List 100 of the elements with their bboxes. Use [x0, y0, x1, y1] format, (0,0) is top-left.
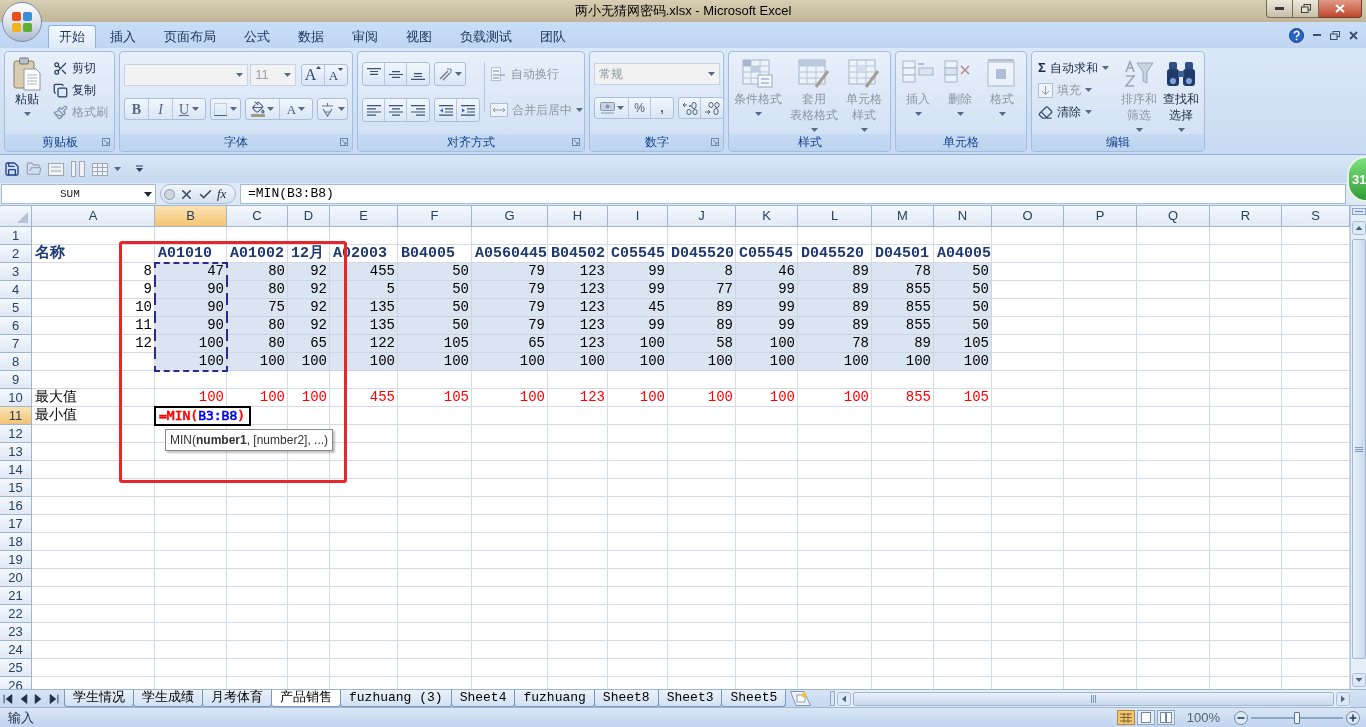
row-header[interactable]: 19 — [0, 551, 32, 569]
sheet-tab[interactable]: Sheet3 — [657, 690, 723, 707]
sheet-cell[interactable]: 8 — [32, 263, 155, 281]
ribbon-tab[interactable]: 开始 — [48, 25, 96, 48]
sheet-cell[interactable]: 100 — [668, 389, 736, 407]
sheet-cell[interactable]: 100 — [736, 335, 798, 353]
sheet-tab[interactable]: Sheet4 — [450, 690, 516, 707]
close-button[interactable] — [1319, 0, 1362, 18]
column-header[interactable]: J — [668, 206, 736, 227]
ribbon-tab[interactable]: 插入 — [96, 25, 150, 48]
sheet-cell[interactable]: 90 — [155, 281, 227, 299]
sheet-cell[interactable]: 855 — [872, 281, 934, 299]
sheet-cell[interactable]: D045520 — [798, 245, 872, 263]
sheet-cell[interactable]: 855 — [872, 299, 934, 317]
sheet-cell[interactable]: 50 — [934, 263, 992, 281]
column-header[interactable]: R — [1210, 206, 1282, 227]
sheet-cell[interactable]: 455 — [330, 263, 398, 281]
sheet-tab[interactable]: Sheet8 — [593, 690, 659, 707]
sheet-cell[interactable]: 855 — [872, 389, 934, 407]
column-header[interactable]: Q — [1137, 206, 1210, 227]
comma-style-button[interactable]: , — [651, 98, 673, 118]
row-header[interactable]: 4 — [0, 281, 32, 299]
sheet-cell[interactable]: 100 — [736, 389, 798, 407]
sheet-cell[interactable]: D045520 — [668, 245, 736, 263]
sheet-cell[interactable]: 92 — [288, 281, 330, 299]
row-header[interactable]: 21 — [0, 587, 32, 605]
sheet-cell[interactable]: 12月 — [288, 245, 330, 263]
sheet-cell[interactable]: 100 — [608, 389, 668, 407]
help-icon[interactable] — [1289, 27, 1304, 43]
sheet-cell[interactable]: 9 — [32, 281, 155, 299]
row-header[interactable]: 7 — [0, 335, 32, 353]
sheet-cell[interactable]: 89 — [668, 299, 736, 317]
row-header[interactable]: 23 — [0, 623, 32, 641]
sheet-cell[interactable]: 50 — [398, 281, 472, 299]
sheet-cell[interactable]: 45 — [608, 299, 668, 317]
last-sheet-icon[interactable] — [48, 692, 59, 705]
sheet-cell[interactable]: 89 — [798, 263, 872, 281]
row-header[interactable]: 10 — [0, 389, 32, 407]
bold-button[interactable]: B — [125, 99, 149, 119]
sheet-tab[interactable]: 学生情况 — [64, 690, 134, 707]
sheet-cell[interactable]: 89 — [798, 299, 872, 317]
column-header[interactable]: K — [736, 206, 798, 227]
sheet-cell[interactable]: 100 — [608, 335, 668, 353]
column-header[interactable]: M — [872, 206, 934, 227]
sheet-cell[interactable]: 89 — [798, 281, 872, 299]
row-header[interactable]: 12 — [0, 425, 32, 443]
restore-button[interactable] — [1293, 0, 1319, 18]
sheet-cell[interactable]: 65 — [288, 335, 330, 353]
sheet-cell[interactable]: 名称 — [32, 245, 155, 263]
sheet-cell[interactable]: 79 — [472, 263, 548, 281]
row-header[interactable]: 22 — [0, 605, 32, 623]
column-header[interactable]: G — [472, 206, 548, 227]
ribbon-tab[interactable]: 页面布局 — [150, 25, 230, 48]
zoom-slider-thumb[interactable] — [1294, 711, 1300, 724]
column-header[interactable]: N — [934, 206, 992, 227]
sheet-cell[interactable]: 100 — [798, 389, 872, 407]
restore-icon[interactable] — [1330, 30, 1340, 40]
sheet-cell[interactable]: C05545 — [608, 245, 668, 263]
sheet-tab[interactable]: 产品销售 — [271, 690, 341, 707]
sheet-cell[interactable]: 10 — [32, 299, 155, 317]
sheet-cell[interactable]: 100 — [472, 353, 548, 371]
dialog-launcher-icon[interactable] — [102, 138, 110, 146]
scroll-up-icon[interactable] — [1351, 221, 1366, 235]
sheet-cell[interactable]: 123 — [548, 299, 608, 317]
orientation-button[interactable] — [434, 62, 466, 86]
sheet-cell[interactable]: 5 — [330, 281, 398, 299]
borders-button[interactable] — [210, 98, 241, 120]
sheet-cell[interactable]: 89 — [798, 317, 872, 335]
row-header[interactable]: 8 — [0, 353, 32, 371]
sheet-cell[interactable]: 105 — [398, 335, 472, 353]
formula-field[interactable]: =MIN(B3:B8) — [240, 184, 1346, 204]
row-header[interactable]: 25 — [0, 659, 32, 677]
sheet-cell[interactable]: 105 — [934, 335, 992, 353]
sheet-cell[interactable]: 80 — [227, 263, 288, 281]
sheet-cell[interactable]: 105 — [398, 389, 472, 407]
new-sheet-icon[interactable] — [790, 691, 812, 706]
sheet-cell[interactable]: 50 — [934, 317, 992, 335]
sheet-cell[interactable]: 100 — [548, 353, 608, 371]
scroll-left-icon[interactable] — [837, 691, 851, 706]
sheet-cell[interactable]: 65 — [472, 335, 548, 353]
ribbon-tab[interactable]: 数据 — [284, 25, 338, 48]
cell-editor-field[interactable]: =MIN(B3:B8) — [154, 406, 252, 426]
sheet-cell[interactable]: 12 — [32, 335, 155, 353]
sheet-tab[interactable]: 学生成绩 — [133, 690, 203, 707]
sheet-cell[interactable]: 100 — [288, 353, 330, 371]
first-sheet-icon[interactable] — [3, 692, 14, 705]
clear-button[interactable]: 清除 — [1036, 101, 1118, 123]
customize-toolbar-icon[interactable] — [135, 165, 144, 173]
row-header[interactable]: 6 — [0, 317, 32, 335]
sheet-tab[interactable]: fuzhuang (3) — [340, 690, 452, 707]
sheet-cell[interactable]: 123 — [548, 335, 608, 353]
column-header[interactable]: I — [608, 206, 668, 227]
sheet-cell[interactable]: 99 — [608, 263, 668, 281]
row-header[interactable]: 3 — [0, 263, 32, 281]
sheet-cell[interactable]: 80 — [227, 281, 288, 299]
paste-button[interactable]: 粘贴 — [9, 54, 45, 134]
row-header[interactable]: 2 — [0, 245, 32, 263]
sheet-cell[interactable]: 100 — [227, 353, 288, 371]
ribbon-tab[interactable]: 视图 — [392, 25, 446, 48]
row-header[interactable]: 9 — [0, 371, 32, 389]
